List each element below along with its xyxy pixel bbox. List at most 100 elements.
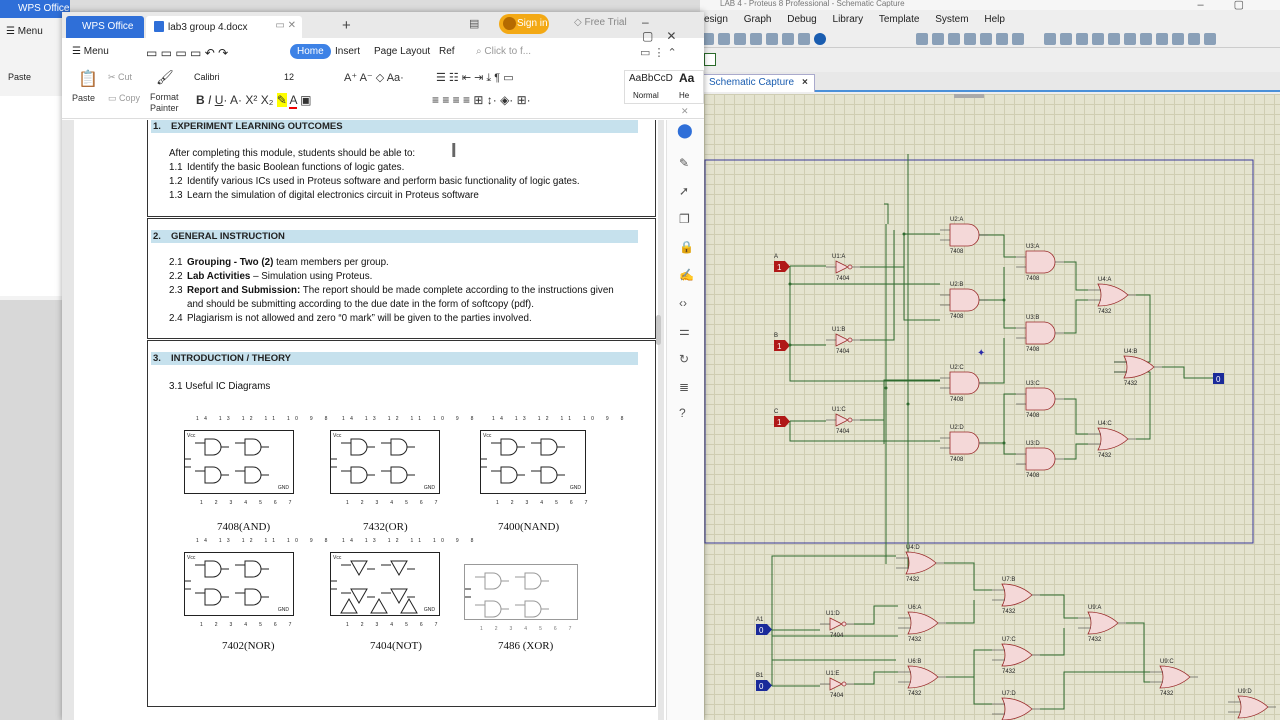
- zoom-all-icon[interactable]: [996, 33, 1009, 45]
- toolbar-icon[interactable]: [734, 33, 746, 45]
- pen-icon[interactable]: ✍: [679, 268, 694, 282]
- or-gate[interactable]: [1097, 283, 1129, 307]
- background-wps-tab[interactable]: WPS Office: [0, 0, 70, 18]
- font-size-icons[interactable]: A⁺ A⁻ ◇ Aa·: [344, 71, 404, 84]
- and-gate[interactable]: [949, 431, 980, 455]
- layers-icon[interactable]: ≣: [679, 380, 689, 394]
- block-icon[interactable]: [1156, 33, 1169, 45]
- scroll-up-icon[interactable]: ✕: [681, 106, 689, 117]
- redo-icon[interactable]: [1060, 33, 1073, 45]
- copy-icon[interactable]: ❐: [679, 212, 690, 226]
- location-pin-icon[interactable]: ⬤: [677, 122, 693, 139]
- tool-icon[interactable]: [1188, 33, 1201, 45]
- paste-icon[interactable]: 📋: [78, 69, 98, 89]
- menu-debug[interactable]: Debug: [787, 12, 816, 28]
- not-gate[interactable]: [835, 333, 849, 347]
- sliders-icon[interactable]: ⚌: [679, 324, 690, 338]
- help-icon[interactable]: ?: [679, 406, 686, 420]
- menu-graph[interactable]: Graph: [744, 12, 772, 28]
- list-icons[interactable]: ☰ ☷ ⇤ ⇥ ⤓ ¶ ▭: [436, 71, 514, 85]
- document-icon[interactable]: [704, 53, 716, 66]
- not-gate[interactable]: [829, 617, 843, 631]
- text-format-icons[interactable]: B I U· A· X² X₂ ✎ A ▣: [196, 93, 311, 109]
- new-tab-button[interactable]: +: [342, 17, 351, 34]
- tab-schematic-capture[interactable]: Schematic Capture ×: [702, 74, 815, 92]
- or-gate[interactable]: [1001, 583, 1033, 607]
- zoom-out-icon[interactable]: [980, 33, 993, 45]
- search-box[interactable]: ⌕ Click to f...: [476, 46, 531, 57]
- tab-close-icon[interactable]: ×: [802, 77, 808, 88]
- or-gate[interactable]: [907, 611, 939, 635]
- copy-icon[interactable]: [1092, 33, 1105, 45]
- menu-system[interactable]: System: [935, 12, 968, 28]
- document-page[interactable]: 1. EXPERIMENT LEARNING OUTCOMES After com…: [74, 120, 658, 720]
- or-gate[interactable]: [1237, 695, 1269, 719]
- format-painter-icon[interactable]: 🖌: [156, 69, 174, 86]
- search-icon[interactable]: [1172, 33, 1185, 45]
- toolbar-icon[interactable]: [798, 33, 810, 45]
- and-gate[interactable]: [949, 223, 980, 247]
- tab-page-layout[interactable]: Page Layout: [374, 46, 430, 57]
- zoom-in-icon[interactable]: [964, 33, 977, 45]
- tab-references[interactable]: Ref: [439, 46, 455, 57]
- or-gate[interactable]: [1001, 643, 1033, 667]
- and-gate[interactable]: [949, 288, 980, 312]
- menu-design[interactable]: esign: [704, 12, 728, 28]
- paragraph-icons[interactable]: ≡ ≡ ≡ ≡ ⊞ ↕· ◈· ⊞·: [432, 93, 531, 107]
- and-gate[interactable]: [1025, 250, 1056, 274]
- or-gate[interactable]: [905, 551, 937, 575]
- edit-icon[interactable]: ✎: [679, 156, 689, 170]
- layout-icon[interactable]: ▤: [469, 17, 479, 30]
- or-gate[interactable]: [1159, 665, 1191, 689]
- menu-template[interactable]: Template: [879, 12, 920, 28]
- menu-button[interactable]: ☰ Menu: [72, 46, 109, 57]
- lock-icon[interactable]: 🔒: [679, 240, 694, 254]
- styles-gallery[interactable]: AaBbCcD Normal Aa He: [624, 70, 704, 104]
- or-gate[interactable]: [1087, 611, 1119, 635]
- tab-home[interactable]: Home: [290, 44, 331, 59]
- schematic-canvas[interactable]: U2:A 7408 U3:A 7408 U4:A 7432 U1:A 7404 U2:B 7408…: [704, 94, 1280, 720]
- tool-icon[interactable]: [1204, 33, 1217, 45]
- menu-help[interactable]: Help: [984, 12, 1005, 28]
- font-size-select[interactable]: 12: [280, 70, 336, 86]
- menu-library[interactable]: Library: [833, 12, 864, 28]
- sign-in-button[interactable]: Sign in: [499, 14, 549, 34]
- font-name-select[interactable]: Calibri: [190, 70, 278, 86]
- not-gate[interactable]: [829, 677, 843, 691]
- and-gate[interactable]: [949, 371, 980, 395]
- tab-close-icon[interactable]: ▭ ✕: [275, 20, 296, 31]
- and-gate[interactable]: [1025, 447, 1056, 471]
- grid-icon[interactable]: [932, 33, 945, 45]
- tab-wps-office[interactable]: WPS Office: [66, 16, 144, 38]
- cut-icon[interactable]: [1076, 33, 1089, 45]
- format-painter-label-2[interactable]: Painter: [150, 103, 179, 113]
- code-icon[interactable]: ‹›: [679, 296, 687, 310]
- free-trial-button[interactable]: ◇ Free Trial: [574, 17, 627, 28]
- quick-access-icons[interactable]: ▭ ▭ ▭ ▭ ↶ ↷: [146, 46, 228, 60]
- and-gate[interactable]: [1025, 387, 1056, 411]
- not-gate[interactable]: [835, 413, 849, 427]
- paste-button[interactable]: Paste: [72, 93, 95, 103]
- toolbar-icon[interactable]: [766, 33, 778, 45]
- format-painter-label-1[interactable]: Format: [150, 92, 179, 102]
- tab-document[interactable]: lab3 group 4.docx ▭ ✕: [146, 16, 302, 38]
- or-gate[interactable]: [1001, 697, 1033, 720]
- copy-button[interactable]: ▭ Copy: [108, 93, 140, 104]
- vertical-scrollbar[interactable]: [656, 315, 661, 345]
- or-gate[interactable]: [907, 665, 939, 689]
- background-paste-button[interactable]: Paste: [8, 72, 31, 82]
- toolbar-icon[interactable]: [750, 33, 762, 45]
- and-gate[interactable]: [1025, 321, 1056, 345]
- cut-button[interactable]: ✂ Cut: [108, 72, 132, 83]
- toolbar-icon[interactable]: [718, 33, 730, 45]
- toolbar-icon[interactable]: [782, 33, 794, 45]
- paste-icon[interactable]: [1108, 33, 1121, 45]
- or-gate[interactable]: [1097, 427, 1129, 451]
- tab-insert[interactable]: Insert: [335, 46, 360, 57]
- undo-icon[interactable]: [1044, 33, 1057, 45]
- history-icon[interactable]: ↻: [679, 352, 689, 366]
- block-icon[interactable]: [1124, 33, 1137, 45]
- proteus-window-controls[interactable]: –▢: [1197, 0, 1274, 11]
- zoom-area-icon[interactable]: [1012, 33, 1025, 45]
- grid-icon[interactable]: [916, 33, 929, 45]
